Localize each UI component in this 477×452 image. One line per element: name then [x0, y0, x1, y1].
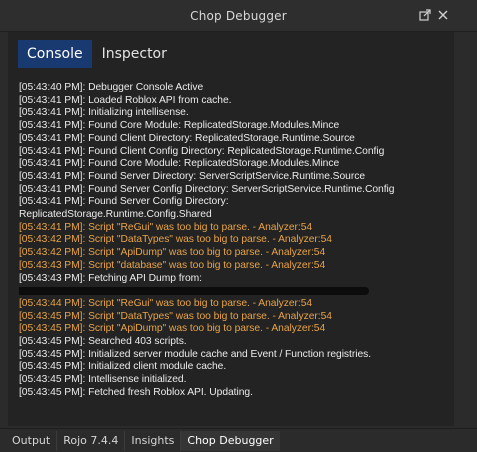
console-line: [05:43:41 PM]: Found Server Directory: S…	[19, 170, 366, 182]
console-line: [05:43:41 PM]: Found Client Directory: R…	[19, 132, 355, 144]
bottom-tab-chop-debugger[interactable]: Chop Debugger	[181, 430, 280, 451]
side-gutter	[461, 32, 477, 426]
bottom-tab-bar: Output Rojo 7.4.4 Insights Chop Debugger	[0, 428, 477, 452]
console-line: [05:43:41 PM]: Found Core Module: Replic…	[19, 158, 340, 170]
console-warning-line: [05:43:42 PM]: Script "ApiDump" was too …	[19, 247, 326, 259]
redaction-bar	[19, 287, 369, 296]
console-line: [05:43:41 PM]: Loaded Roblox API from ca…	[19, 94, 232, 106]
console-warning-line: [05:43:42 PM]: Script "DataTypes" was to…	[19, 234, 332, 246]
bottom-tab-insights[interactable]: Insights	[125, 430, 182, 451]
tab-console[interactable]: Console	[18, 40, 92, 68]
bottom-tab-output[interactable]: Output	[6, 430, 58, 451]
console-line: [05:43:41 PM]: Found Server Config Direc…	[19, 196, 229, 208]
console-warning-line: [05:43:45 PM]: Script "ApiDump" was too …	[19, 323, 326, 335]
console-warning-line: [05:43:43 PM]: Script "database" was too…	[19, 259, 326, 271]
tab-inspector[interactable]: Inspector	[93, 40, 176, 68]
console-line: [05:43:41 PM]: Found Server Config Direc…	[19, 183, 395, 195]
console-line: [05:43:45 PM]: Fetched fresh Roblox API.…	[19, 386, 253, 398]
tab-bar: Console Inspector	[18, 40, 177, 68]
console-line: [05:43:41 PM]: Initializing intellisense…	[19, 107, 189, 119]
console-warning-line: [05:43:45 PM]: Script "DataTypes" was to…	[19, 310, 332, 322]
console-line: ReplicatedStorage.Runtime.Config.Shared	[19, 209, 212, 221]
console-warning-line: [05:43:41 PM]: Script "ReGui" was too bi…	[19, 221, 313, 233]
console-line: [05:43:41 PM]: Found Client Config Direc…	[19, 145, 385, 157]
debugger-panel: Console Inspector [05:43:40 PM]: Debugge…	[8, 32, 454, 426]
console-line: [05:43:40 PM]: Debugger Console Active	[19, 82, 204, 93]
redacted-line	[19, 285, 449, 298]
console-line: [05:43:45 PM]: Initialized client module…	[19, 361, 227, 373]
title-bar: Chop Debugger	[0, 0, 477, 32]
console-line: [05:43:45 PM]: Searched 403 scripts.	[19, 336, 187, 348]
console-line: [05:43:43 PM]: Fetching API Dump from:	[19, 272, 202, 284]
close-icon[interactable]	[434, 6, 452, 24]
undock-icon[interactable]	[416, 6, 434, 24]
console-line: [05:43:45 PM]: Intellisense initialized.	[19, 374, 187, 386]
console-line: [05:43:45 PM]: Initialized server module…	[19, 348, 372, 360]
console-output[interactable]: [05:43:40 PM]: Debugger Console Active [0…	[19, 82, 449, 420]
console-warning-line: [05:43:44 PM]: Script "ReGui" was too bi…	[19, 297, 313, 309]
window-title: Chop Debugger	[190, 9, 287, 23]
bottom-tab-rojo[interactable]: Rojo 7.4.4	[57, 430, 126, 451]
console-line: [05:43:41 PM]: Found Core Module: Replic…	[19, 120, 340, 132]
